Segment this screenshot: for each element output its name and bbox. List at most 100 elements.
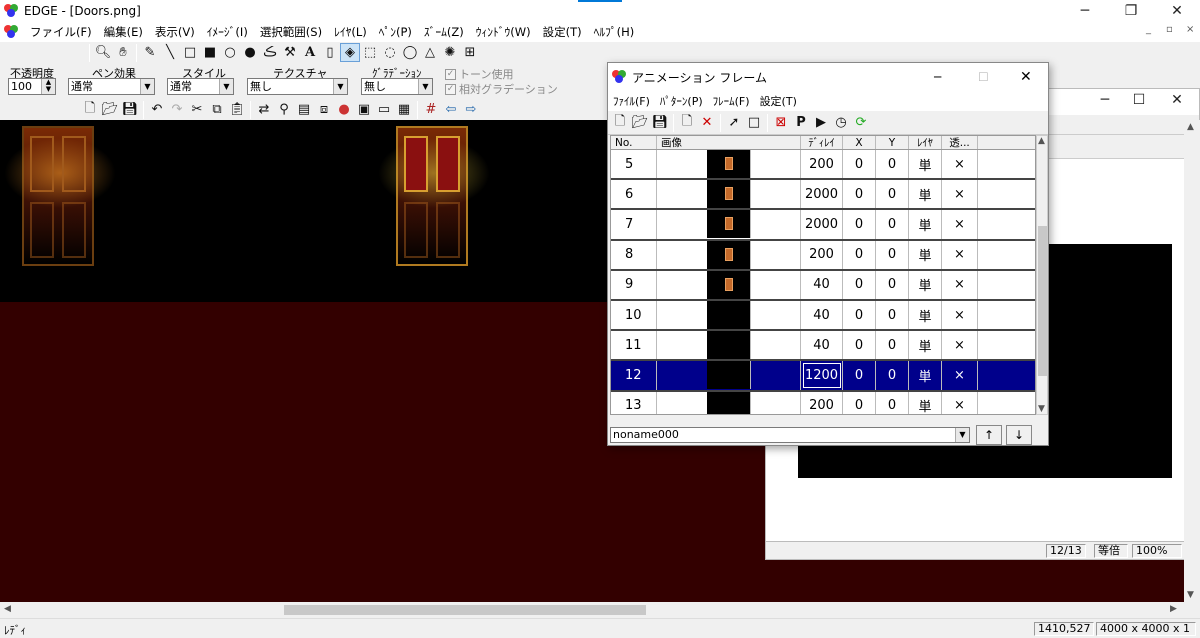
scroll-left-icon[interactable]: ◀ xyxy=(4,604,11,614)
tile-select-icon[interactable]: ⊞ xyxy=(460,43,480,62)
undo-icon[interactable]: ↶ xyxy=(147,100,167,119)
frame-transparent[interactable]: × xyxy=(942,361,978,390)
frame-row[interactable]: 8 200 0 0 単 × xyxy=(611,240,1035,271)
menu-help[interactable]: ﾍﾙﾌﾟ(H) xyxy=(588,24,641,40)
pointer-icon[interactable]: ➚ xyxy=(724,113,744,132)
frame-delay[interactable]: 40 xyxy=(801,300,843,330)
frame-row[interactable]: 10 40 0 0 単 × xyxy=(611,300,1035,332)
new-frame-icon[interactable]: 🗋 xyxy=(677,113,697,132)
frame-row[interactable]: 13 200 0 0 単 × xyxy=(611,391,1035,414)
frame-delay[interactable]: 40 xyxy=(801,331,843,360)
checkbox-box[interactable]: ✓ xyxy=(445,68,456,80)
frame-row[interactable]: 11 40 0 0 単 × xyxy=(611,331,1035,362)
menu-pen[interactable]: ﾍﾟﾝ(P) xyxy=(373,24,418,40)
frame-no[interactable]: 13 xyxy=(611,391,657,414)
mdi-restore-icon[interactable]: ▫ xyxy=(1166,24,1173,35)
col-delay[interactable]: ﾃﾞｨﾚｲ xyxy=(801,136,843,149)
film-icon[interactable]: ▣ xyxy=(354,100,374,119)
frame-layer[interactable]: 単 xyxy=(909,270,942,299)
scroll-down-icon[interactable]: ▼ xyxy=(1038,404,1045,414)
prev-icon[interactable]: ⇦ xyxy=(441,100,461,119)
hammer-icon[interactable]: ⚒ xyxy=(280,43,300,62)
anim-close-button[interactable]: ✕ xyxy=(1020,69,1032,85)
dropdown-arrow-icon[interactable]: ▼ xyxy=(140,79,154,94)
anim-minimize-button[interactable]: ─ xyxy=(934,70,941,84)
dropdown-arrow-icon[interactable]: ▼ xyxy=(219,79,233,94)
frame-layer[interactable]: 単 xyxy=(909,331,942,360)
copy-icon[interactable]: ⧉ xyxy=(207,100,227,119)
next-icon[interactable]: ⇨ xyxy=(461,100,481,119)
frame-x[interactable]: 0 xyxy=(843,331,876,360)
frame-transparent[interactable]: × xyxy=(942,391,978,414)
frame-no[interactable]: 10 xyxy=(611,300,657,330)
frame-y[interactable]: 0 xyxy=(876,391,909,414)
eraser-icon[interactable]: ▯ xyxy=(320,43,340,62)
texture-select[interactable]: 無し ▼ xyxy=(247,78,348,95)
frame-y[interactable]: 0 xyxy=(876,210,909,239)
frame-x[interactable]: 0 xyxy=(843,391,876,414)
open-folder-icon[interactable]: 📂︎ xyxy=(630,113,650,132)
new-file-icon[interactable]: 🗋 xyxy=(610,113,630,132)
move-down-button[interactable]: ↓ xyxy=(1006,425,1032,445)
frame-layer[interactable]: 単 xyxy=(909,361,942,390)
frame-y[interactable]: 0 xyxy=(876,270,909,299)
dropper-icon[interactable]: ⚲ xyxy=(274,100,294,119)
delete-frame-icon[interactable]: ✕ xyxy=(697,113,717,132)
frame-x[interactable]: 0 xyxy=(843,270,876,299)
canvas-vertical-scrollbar[interactable]: ▲ ▼ xyxy=(1184,120,1200,602)
frame-layer[interactable]: 単 xyxy=(909,210,942,239)
dropdown-arrow-icon[interactable]: ▼ xyxy=(333,79,347,94)
frame-no[interactable]: 6 xyxy=(611,180,657,209)
pattern-select[interactable]: noname000 ▼ xyxy=(610,427,970,443)
grid-icon[interactable]: # xyxy=(421,100,441,119)
scrollbar-thumb[interactable] xyxy=(1038,226,1047,376)
filled-rectangle-icon[interactable]: ■ xyxy=(200,43,220,62)
scroll-up-icon[interactable]: ▲ xyxy=(1187,122,1194,132)
frame-delay[interactable]: 1200 xyxy=(801,361,843,390)
col-y[interactable]: Y xyxy=(876,136,909,149)
frame-delay[interactable]: 2000 xyxy=(801,210,843,239)
frame-row[interactable]: 7 2000 0 0 単 × xyxy=(611,210,1035,241)
new-file-icon[interactable]: 🗋 xyxy=(80,100,100,119)
frame-delay[interactable]: 40 xyxy=(801,270,843,299)
ellipse-icon[interactable]: ○ xyxy=(220,43,240,62)
frame-row[interactable]: 6 2000 0 0 単 × xyxy=(611,180,1035,211)
refresh-icon[interactable]: ⟳ xyxy=(851,113,871,132)
pen-icon[interactable]: ✎ xyxy=(140,43,160,62)
clear-frame-icon[interactable]: ⊠ xyxy=(771,113,791,132)
anim-maximize-button[interactable]: ☐ xyxy=(978,70,989,84)
menu-selection[interactable]: 選択範囲(S) xyxy=(254,24,328,40)
dropdown-arrow-icon[interactable]: ▼ xyxy=(955,428,969,442)
frame-y[interactable]: 0 xyxy=(876,300,909,330)
col-no[interactable]: No. xyxy=(611,136,657,149)
canvas-horizontal-scrollbar[interactable]: ◀ ▶ xyxy=(0,602,1184,618)
col-x[interactable]: X xyxy=(843,136,876,149)
frame-transparent[interactable]: × xyxy=(942,300,978,330)
frame-layer[interactable]: 単 xyxy=(909,180,942,209)
scroll-up-icon[interactable]: ▲ xyxy=(1038,136,1045,146)
pattern-icon[interactable]: ▤ xyxy=(294,100,314,119)
relative-gradation-checkbox[interactable]: ✓ 相対グラデーション xyxy=(445,81,558,97)
tone-use-checkbox[interactable]: ✓ トーン使用 xyxy=(445,66,513,82)
minimize-button[interactable]: ─ xyxy=(1062,0,1108,22)
spinner-arrows-icon[interactable]: ▲ ▼ xyxy=(41,79,55,94)
scroll-right-icon[interactable]: ▶ xyxy=(1170,604,1177,614)
polygon-select-icon[interactable]: △ xyxy=(420,43,440,62)
anim-menu-pattern[interactable]: ﾊﾟﾀｰﾝ(P) xyxy=(655,93,708,109)
mdi-minimize-icon[interactable]: _ xyxy=(1146,24,1151,35)
menu-view[interactable]: 表示(V) xyxy=(149,24,201,40)
frame-row[interactable]: 5 200 0 0 単 × xyxy=(611,150,1035,181)
frame-no[interactable]: 9 xyxy=(611,270,657,299)
frame-transparent[interactable]: × xyxy=(942,270,978,299)
frame-no[interactable]: 11 xyxy=(611,331,657,360)
document-icon[interactable] xyxy=(4,25,20,39)
frame-thumbnail[interactable] xyxy=(657,391,801,414)
frame-y[interactable]: 0 xyxy=(876,150,909,179)
pen-effect-select[interactable]: 通常 ▼ xyxy=(68,78,155,95)
frame-layer[interactable]: 単 xyxy=(909,150,942,179)
frame-thumbnail[interactable] xyxy=(657,270,801,299)
frame-y[interactable]: 0 xyxy=(876,331,909,360)
frame-transparent[interactable]: × xyxy=(942,150,978,179)
menu-edit[interactable]: 編集(E) xyxy=(98,24,149,40)
save-icon[interactable]: 💾︎ xyxy=(120,100,140,119)
